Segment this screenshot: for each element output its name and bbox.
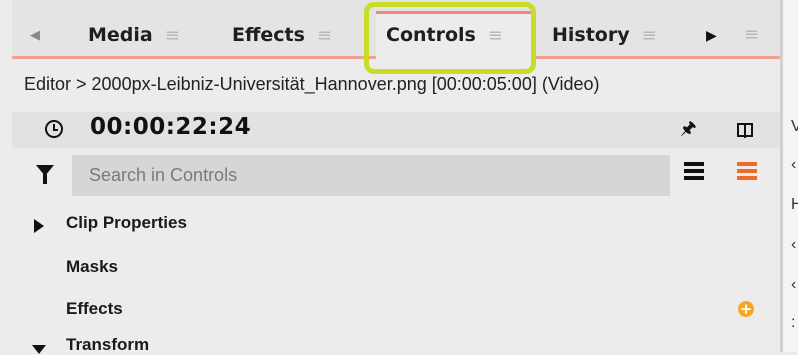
collapse-arrow-icon[interactable] [32,345,46,354]
list-view-icon[interactable] [684,162,704,183]
adjacent-panel-edge: V ‹ H ‹ ‹ : [780,0,798,352]
timecode[interactable]: 00:00:22:24 [90,114,251,140]
tab-media[interactable]: Media ≡ [88,18,180,52]
tab-history[interactable]: History ≡ [552,18,657,52]
clock-icon [45,120,63,138]
pin-icon[interactable]: 🖈 [680,116,697,146]
edge-glyph: ‹ [791,236,797,253]
tree-item-transform[interactable]: Transform [66,335,149,355]
tab-menu-icon[interactable]: ≡ [165,25,180,46]
scroll-tabs-left-icon[interactable]: ◀ [30,28,40,43]
tab-label: Controls [386,24,476,46]
edge-glyph: ‹ [791,276,797,293]
tab-menu-icon[interactable]: ≡ [317,25,332,46]
list-view-active-icon[interactable] [737,162,757,183]
add-effect-icon[interactable]: + [738,301,754,317]
tab-label: Media [88,24,153,46]
tab-label: Effects [232,24,305,46]
panel-menu-icon[interactable]: ≡ [744,24,759,45]
tree-item-clip-properties[interactable]: Clip Properties [66,213,187,233]
tab-menu-icon[interactable]: ≡ [488,25,503,46]
tree-item-effects[interactable]: Effects [66,299,123,319]
edge-glyph: V [791,118,798,135]
split-view-icon[interactable] [737,123,753,138]
tree-item-masks[interactable]: Masks [66,257,118,277]
search-input[interactable] [72,155,670,196]
scroll-tabs-right-icon[interactable]: ▶ [706,28,717,44]
edge-glyph: : [791,314,796,331]
tab-label: History [552,24,630,46]
edge-glyph: ‹ [791,156,797,173]
tab-menu-icon[interactable]: ≡ [642,25,657,46]
breadcrumb: Editor > 2000px-Leibniz-Universität_Hann… [24,74,600,94]
tab-controls[interactable]: Controls ≡ [386,18,503,52]
expand-arrow-icon[interactable] [34,219,44,233]
filter-icon[interactable] [36,165,54,184]
edge-glyph: H [791,196,798,213]
tab-effects[interactable]: Effects ≡ [232,18,332,52]
